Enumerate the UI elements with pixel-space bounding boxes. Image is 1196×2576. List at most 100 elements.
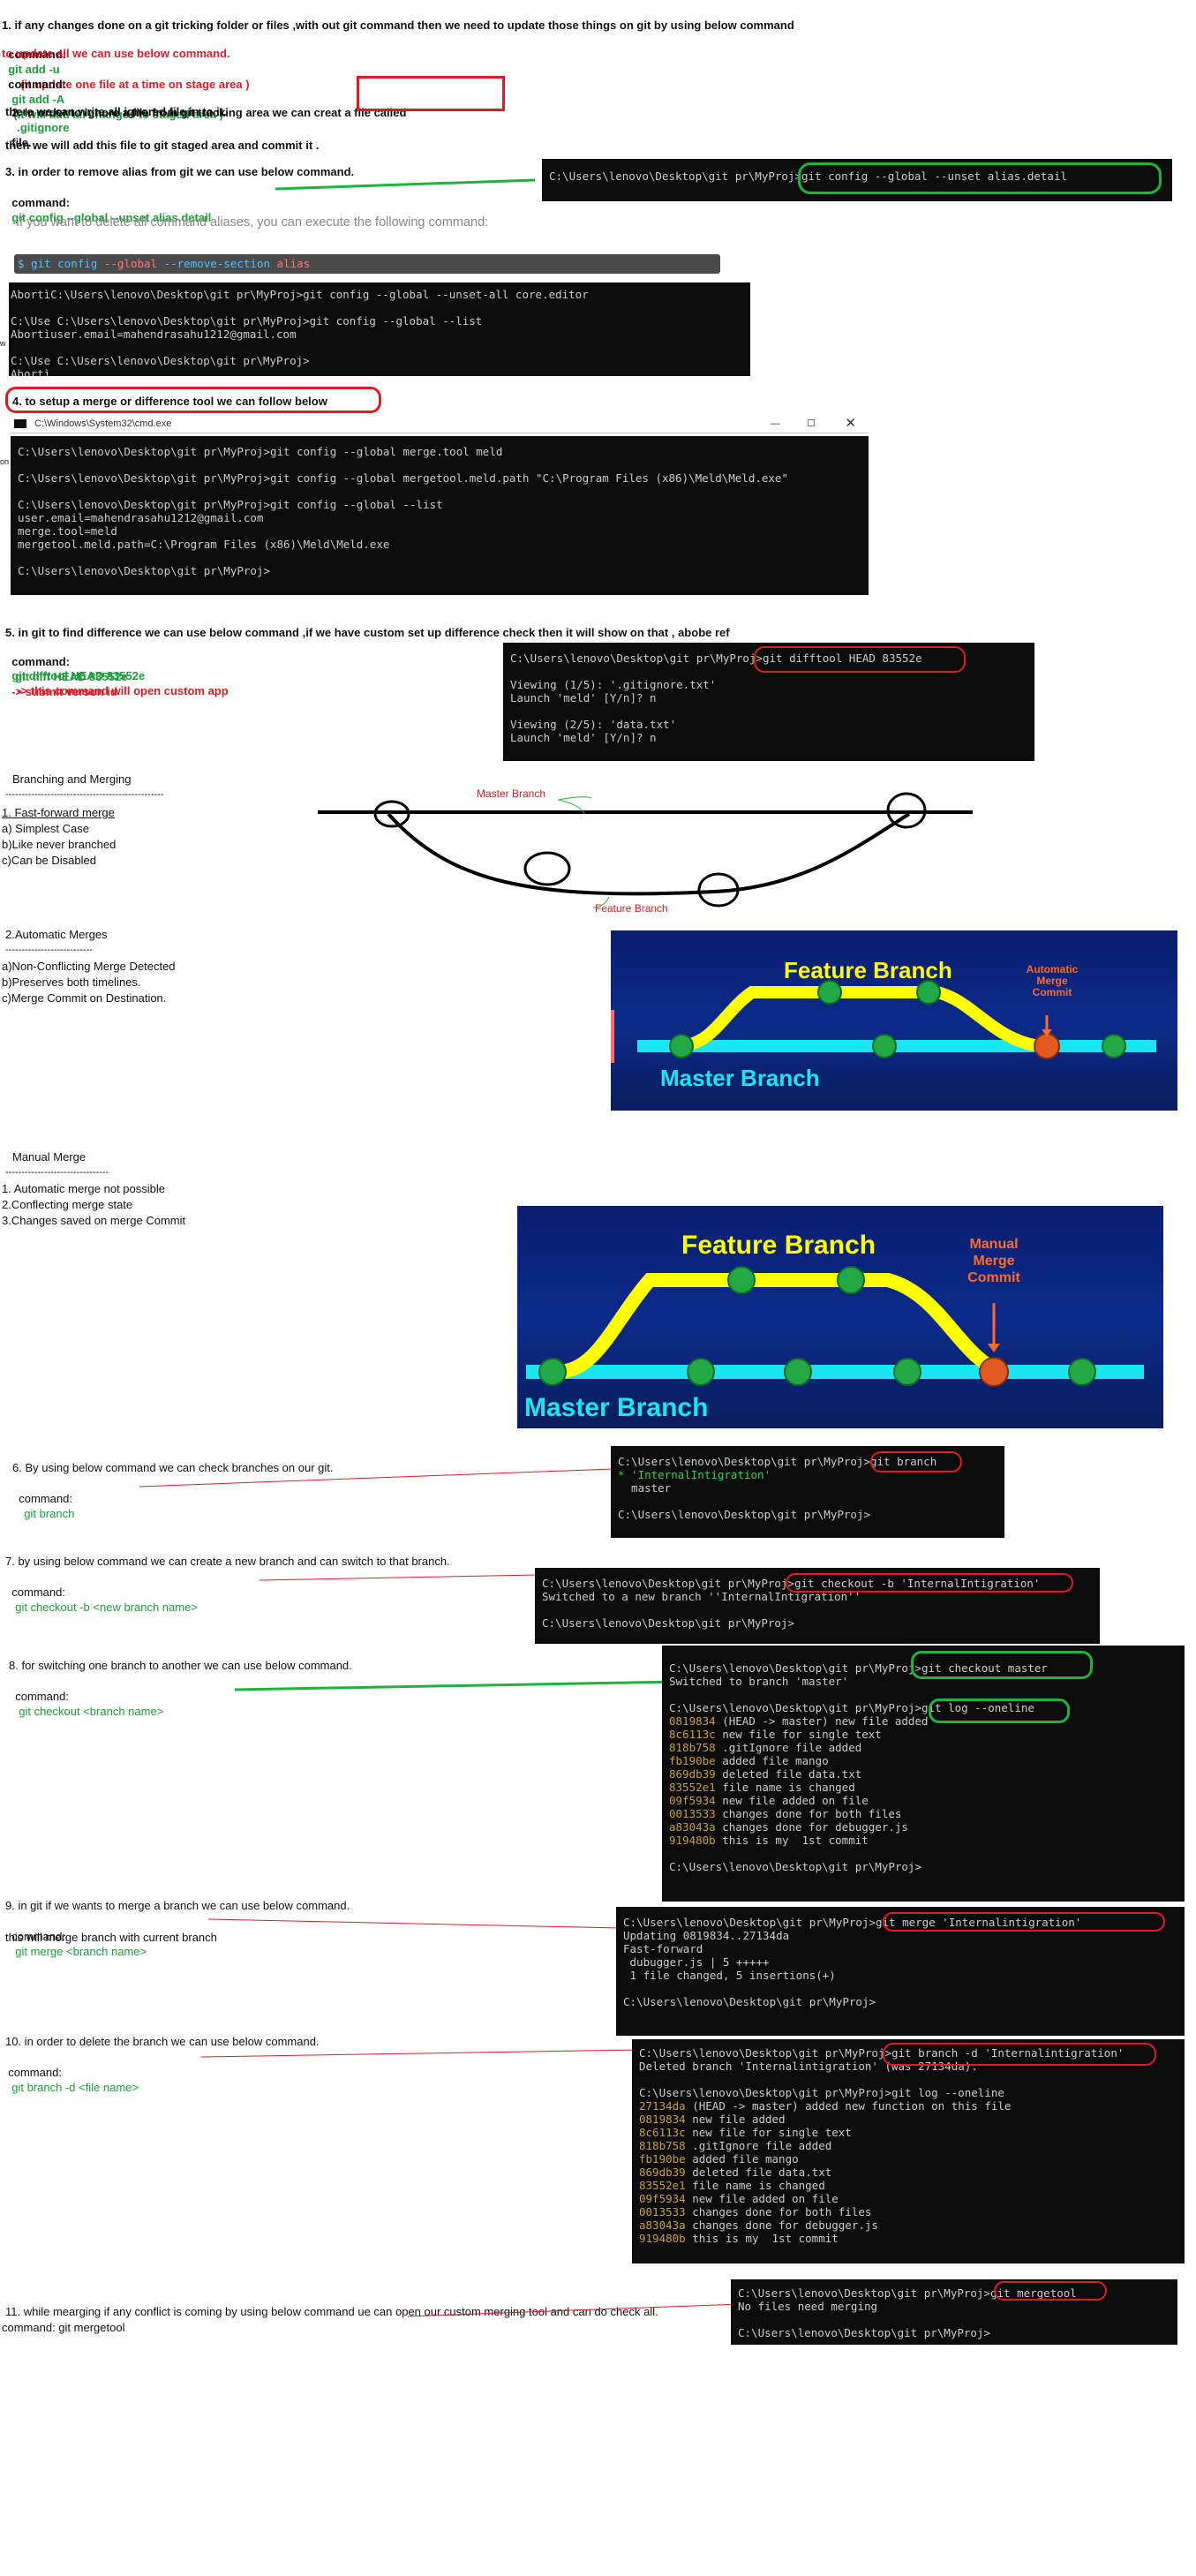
git-log-list: 27134da (HEAD -> master) added new funct… [639,2099,1011,2245]
commit-hash: fb190be [639,2152,686,2165]
git-log-row: fb190be added file mango [639,2152,799,2165]
diag2-master-label: Master Branch [524,1393,709,1422]
commit-hash: 919480b [639,2232,686,2245]
s11-cmd-line: command: git mergetool [2,2321,125,2334]
commit-message: deleted file data.txt [685,2165,832,2179]
ff-c: c)Can be Disabled [2,854,96,867]
minimize-icon[interactable]: — [771,415,780,433]
side-fragment-on: on [0,457,10,466]
diag1-master-label: Master Branch [660,1065,820,1091]
master-bar [526,1365,1144,1379]
cmd-note: -> this command will open custom app [17,684,229,697]
s8-log-highlight [929,1699,1070,1723]
close-icon[interactable]: ✕ [845,415,856,433]
commit-dot [669,1034,694,1058]
diag2-feature-label: Feature Branch [681,1231,876,1260]
commit-message: new file added on file [715,1794,869,1807]
s2-line3: then we will add this file to git staged… [5,139,320,152]
s10-arrow [200,2049,640,2058]
commit-hash: 818b758 [639,2139,686,2152]
commit-hash: 09f5934 [669,1794,716,1807]
commit-message: this is my 1st commit [685,2232,839,2245]
gitignore-text: .gitignore [17,121,70,134]
git-log-row: 818b758 .gitIgnore file added [639,2139,831,2152]
manual-1: 1. Automatic merge not possible [2,1182,165,1195]
s10-cmd-highlight [883,2043,1156,2066]
git-log-row: 0819834 new file added [639,2113,786,2126]
manual-merge-diagram: Feature Branch Master Branch Manual Merg… [517,1206,1163,1428]
s9-arrow [207,1918,621,1929]
s4-terminal: C:\Users\lenovo\Desktop\git pr\MyProj>gi… [11,436,869,595]
cmd-label: command: [8,2066,62,2079]
git-log-row: 869db39 deleted file data.txt [639,2165,831,2179]
git-log-row: 0013533 changes done for both files [669,1807,901,1820]
s5-cmd-row2: git difftool HEAD 83552e -> this command… [5,653,229,698]
s5-cmd-highlight [754,646,966,673]
diag1-edge [611,1010,614,1063]
cmd-branch-d: git branch -d <file name> [11,2081,139,2094]
s4-title-highlight [5,387,381,413]
commit-message: added file mango [715,1754,829,1767]
commit-dot [538,1358,567,1386]
git-log-row: 8c6113c new file for single text [669,1728,882,1741]
commit-message: new file added [685,2113,786,2126]
commit-message: file name is changed [685,2179,825,2192]
ff-title: 1. Fast-forward merge [2,806,115,819]
commit-hash: 09f5934 [639,2192,686,2205]
merge-commit-dot [1034,1033,1060,1059]
merge-commit-dot [979,1357,1009,1387]
feature-curve [387,812,911,896]
commit-hash: 0013533 [669,1807,716,1820]
commit-hash: a83043a [639,2218,686,2232]
s1-line1: 1. if any changes done on a git tricking… [2,19,794,32]
commit-message: new file for single text [715,1728,882,1741]
commit-hash: 8c6113c [669,1728,716,1741]
s1-line3: to update all we can use below command. [2,47,230,60]
cmd-git-difftool: git difftool HEAD 83552e [11,669,146,682]
commit-message: new file added on file [685,2192,839,2205]
s3-cmd-highlight [798,162,1162,194]
commit-message: .gitIgnore file added [715,1741,862,1754]
s3-terminal2: AbortìC:\Users\lenovo\Desktop\git pr\MyP… [9,282,750,376]
commit-message: (HEAD -> master) added new function on t… [685,2099,1012,2113]
git-log-row: 919480b this is my 1st commit [639,2232,839,2245]
cmd-checkout-b: git checkout -b <new branch name> [15,1601,198,1614]
cmd-label: command: [11,1586,65,1599]
commit-message: changes done for both files [685,2205,872,2218]
s2-line2: there we can write all ignored file in t… [5,105,227,118]
term-current-branch: * 'InternalIntigration' [618,1468,771,1481]
s8-terminal: C:\Users\lenovo\Desktop\git pr\MyProj>gi… [662,1646,1185,1902]
git-log-row: 83552e1 file name is changed [639,2179,825,2192]
commit-hash: a83043a [669,1820,716,1834]
code-remove-section: --remove-section [163,257,271,270]
s8-cmd-row: command: git checkout <branch name> [9,1674,163,1719]
manual-title: Manual Merge [12,1150,87,1164]
commit-hash: 27134da [639,2099,686,2113]
auto-b: b)Preserves both timelines. [2,975,141,989]
gitignore-highlight [357,76,505,111]
commit-hash: 0013533 [639,2205,686,2218]
s11-arrow [407,2303,741,2317]
s10-cmd-row: command: git branch -d <file name> [2,2050,139,2095]
s5-line1: 5. in git to find difference we can use … [5,626,730,639]
code-alias: alias [276,257,311,270]
cmd-merge: git merge <branch name> [15,1945,147,1958]
feature-branch-label: Feature Branch [595,902,668,915]
commit-dot [687,1358,715,1386]
ff-merge-drawing [318,792,973,908]
commit-message: changes done for debugger.js [685,2218,878,2232]
commit-hash: 818b758 [669,1741,716,1754]
commit-dot [727,1266,756,1294]
commit-hash: 0819834 [669,1714,716,1728]
s6-arrow [139,1468,613,1488]
cmd-label: command: [19,1492,72,1505]
git-log-list: 0819834 (HEAD -> master) new file added … [669,1714,929,1847]
code-git-config: $ git config [18,257,98,270]
branching-title: Branching and Merging [12,772,132,786]
s3-code-snippet: $ git config --global --remove-section a… [14,254,720,274]
maximize-icon[interactable]: ☐ [807,415,816,433]
commit-dot [837,1266,865,1294]
commit-hash: 83552e1 [669,1781,716,1794]
feature-path [557,1273,1004,1379]
term-line: C:\Users\lenovo\Desktop\git pr\MyProj> [669,1860,921,1873]
